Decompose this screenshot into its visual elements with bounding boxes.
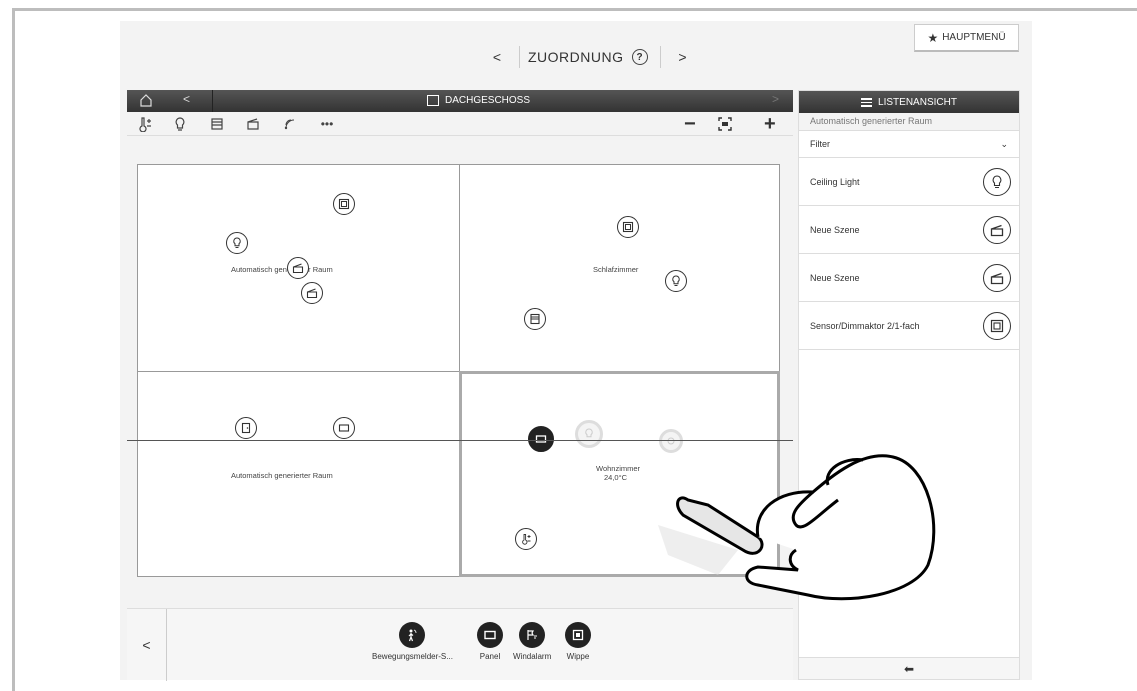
room-label: Schlafzimmer [593,265,639,274]
room-label: Automatisch generierter Raum [231,471,333,480]
room-label: Wohnzimmer [596,464,641,473]
list-item-label: Sensor/Dimmaktor 2/1-fach [810,320,920,331]
main-menu-button[interactable]: ★ HAUPTMENÜ [914,24,1019,52]
star-icon: ★ [927,30,939,45]
panel-icon [535,435,547,443]
panel-device-selected[interactable] [528,426,554,452]
palette-label: Wippe [566,652,590,661]
palette-item-wind[interactable]: Windalarm [513,622,551,661]
switch-icon [983,311,1011,340]
scene-icon [983,263,1011,292]
palette-back-button[interactable]: < [127,609,167,681]
floor-title-label: DACHGESCHOSS [445,95,531,106]
scene-device[interactable] [301,282,323,304]
home-icon[interactable] [139,93,153,107]
title-nav: < ZUORDNUNG ? > [483,44,697,70]
list-item-dimmer[interactable]: Sensor/Dimmaktor 2/1-fach [799,302,1019,350]
scene-icon [983,215,1011,244]
switch-device[interactable] [617,216,639,238]
lightbulb-icon [672,275,680,286]
reply-button[interactable]: ⬅ [799,657,1019,679]
floor-title: DACHGESCHOSS [427,95,530,106]
scene-icon[interactable] [245,116,261,132]
room-auto-2[interactable]: Automatisch generierter Raum [137,371,460,577]
filter-label: Filter [810,139,830,149]
palette-label: Panel [479,652,501,661]
separator [659,46,661,68]
palette-item-wippe[interactable]: Wippe [565,622,591,661]
floor-forward-button[interactable]: > [772,92,779,106]
zoom-out-button[interactable]: − [684,113,696,136]
list-view-header: LISTENANSICHT [799,91,1019,113]
switch-icon [622,221,634,233]
list-item-scene[interactable]: Neue Szene [799,206,1019,254]
floor-plan-icon [427,95,439,106]
list-view-title: LISTENANSICHT [878,96,957,108]
prev-button[interactable]: < [483,49,511,65]
scene-icon [292,263,304,274]
thermostat-icon [522,534,531,545]
scene-icon [306,288,318,299]
floor-plan-header: < DACHGESCHOSS > [127,90,793,112]
fit-screen-icon[interactable] [717,116,733,132]
more-icon[interactable]: ••• [319,116,335,132]
top-bar: < ZUORDNUNG ? > ★ HAUPTMENÜ [120,21,1032,87]
door-device[interactable] [235,417,257,439]
switch-icon [565,622,591,648]
room-temperature: 24,0°C [604,473,628,482]
list-icon [861,97,873,107]
thermostat-icon[interactable] [137,116,153,132]
separator [519,46,520,68]
palette-item-motion[interactable]: Bewegungsmelder-S... [372,622,453,661]
room-label: Automatisch generierter Raum [231,265,333,274]
lightbulb-icon [983,167,1011,196]
blind-device[interactable] [524,308,546,330]
floor-back-button[interactable]: < [183,92,190,106]
switch-icon [338,198,350,210]
panel-device[interactable] [333,417,355,439]
lightbulb-icon [585,428,593,438]
list-item-ceiling-light[interactable]: Ceiling Light [799,158,1019,206]
blind-icon[interactable] [209,116,225,132]
scene-device[interactable] [287,257,309,279]
light-device-dragging[interactable] [575,420,603,448]
ceiling-light-device[interactable] [226,232,248,254]
motion-sensor-icon [399,622,426,648]
hand-gesture-illustration [658,454,936,601]
thermostat-device[interactable] [515,528,537,550]
drag-guide-line [127,440,793,441]
palette-label: Windalarm [513,652,552,661]
sensor-icon[interactable] [282,116,298,132]
list-item-scene[interactable]: Neue Szene [799,254,1019,302]
palette-label: Bewegungsmelder-S... [372,652,453,661]
next-button[interactable]: > [669,49,697,65]
palette-item-panel[interactable]: Panel [477,622,503,661]
lightbulb-icon [233,237,241,248]
reply-icon: ⬅ [903,661,915,676]
chevron-down-icon: ⌄ [1000,138,1008,149]
zoom-in-button[interactable]: + [764,113,776,136]
panel-icon [477,622,503,648]
wind-alarm-icon [519,622,546,648]
door-icon [241,422,251,434]
filter-dropdown[interactable]: Filter ⌄ [799,130,1019,158]
list-item-label: Neue Szene [810,224,860,235]
switch-device[interactable] [333,193,355,215]
list-room-name: Automatisch generierter Raum [799,113,1019,130]
device-filter-toolbar: ••• − + [127,112,793,136]
divider [212,90,213,112]
main-menu-label: HAUPTMENÜ [942,32,1006,43]
panel-icon [338,424,350,432]
room-auto-1[interactable]: Automatisch generierter Raum [137,164,460,372]
page-title: ZUORDNUNG [528,49,624,65]
device-palette: < Bewegungsmelder-S... Panel Windalarm W… [127,608,793,681]
blind-icon [530,313,540,325]
ceiling-light-device[interactable] [665,270,687,292]
room-schlafzimmer[interactable]: Schlafzimmer [459,164,780,372]
list-item-label: Neue Szene [810,272,860,283]
help-icon[interactable]: ? [631,49,648,65]
lightbulb-icon[interactable] [172,116,188,132]
list-item-label: Ceiling Light [810,176,860,187]
